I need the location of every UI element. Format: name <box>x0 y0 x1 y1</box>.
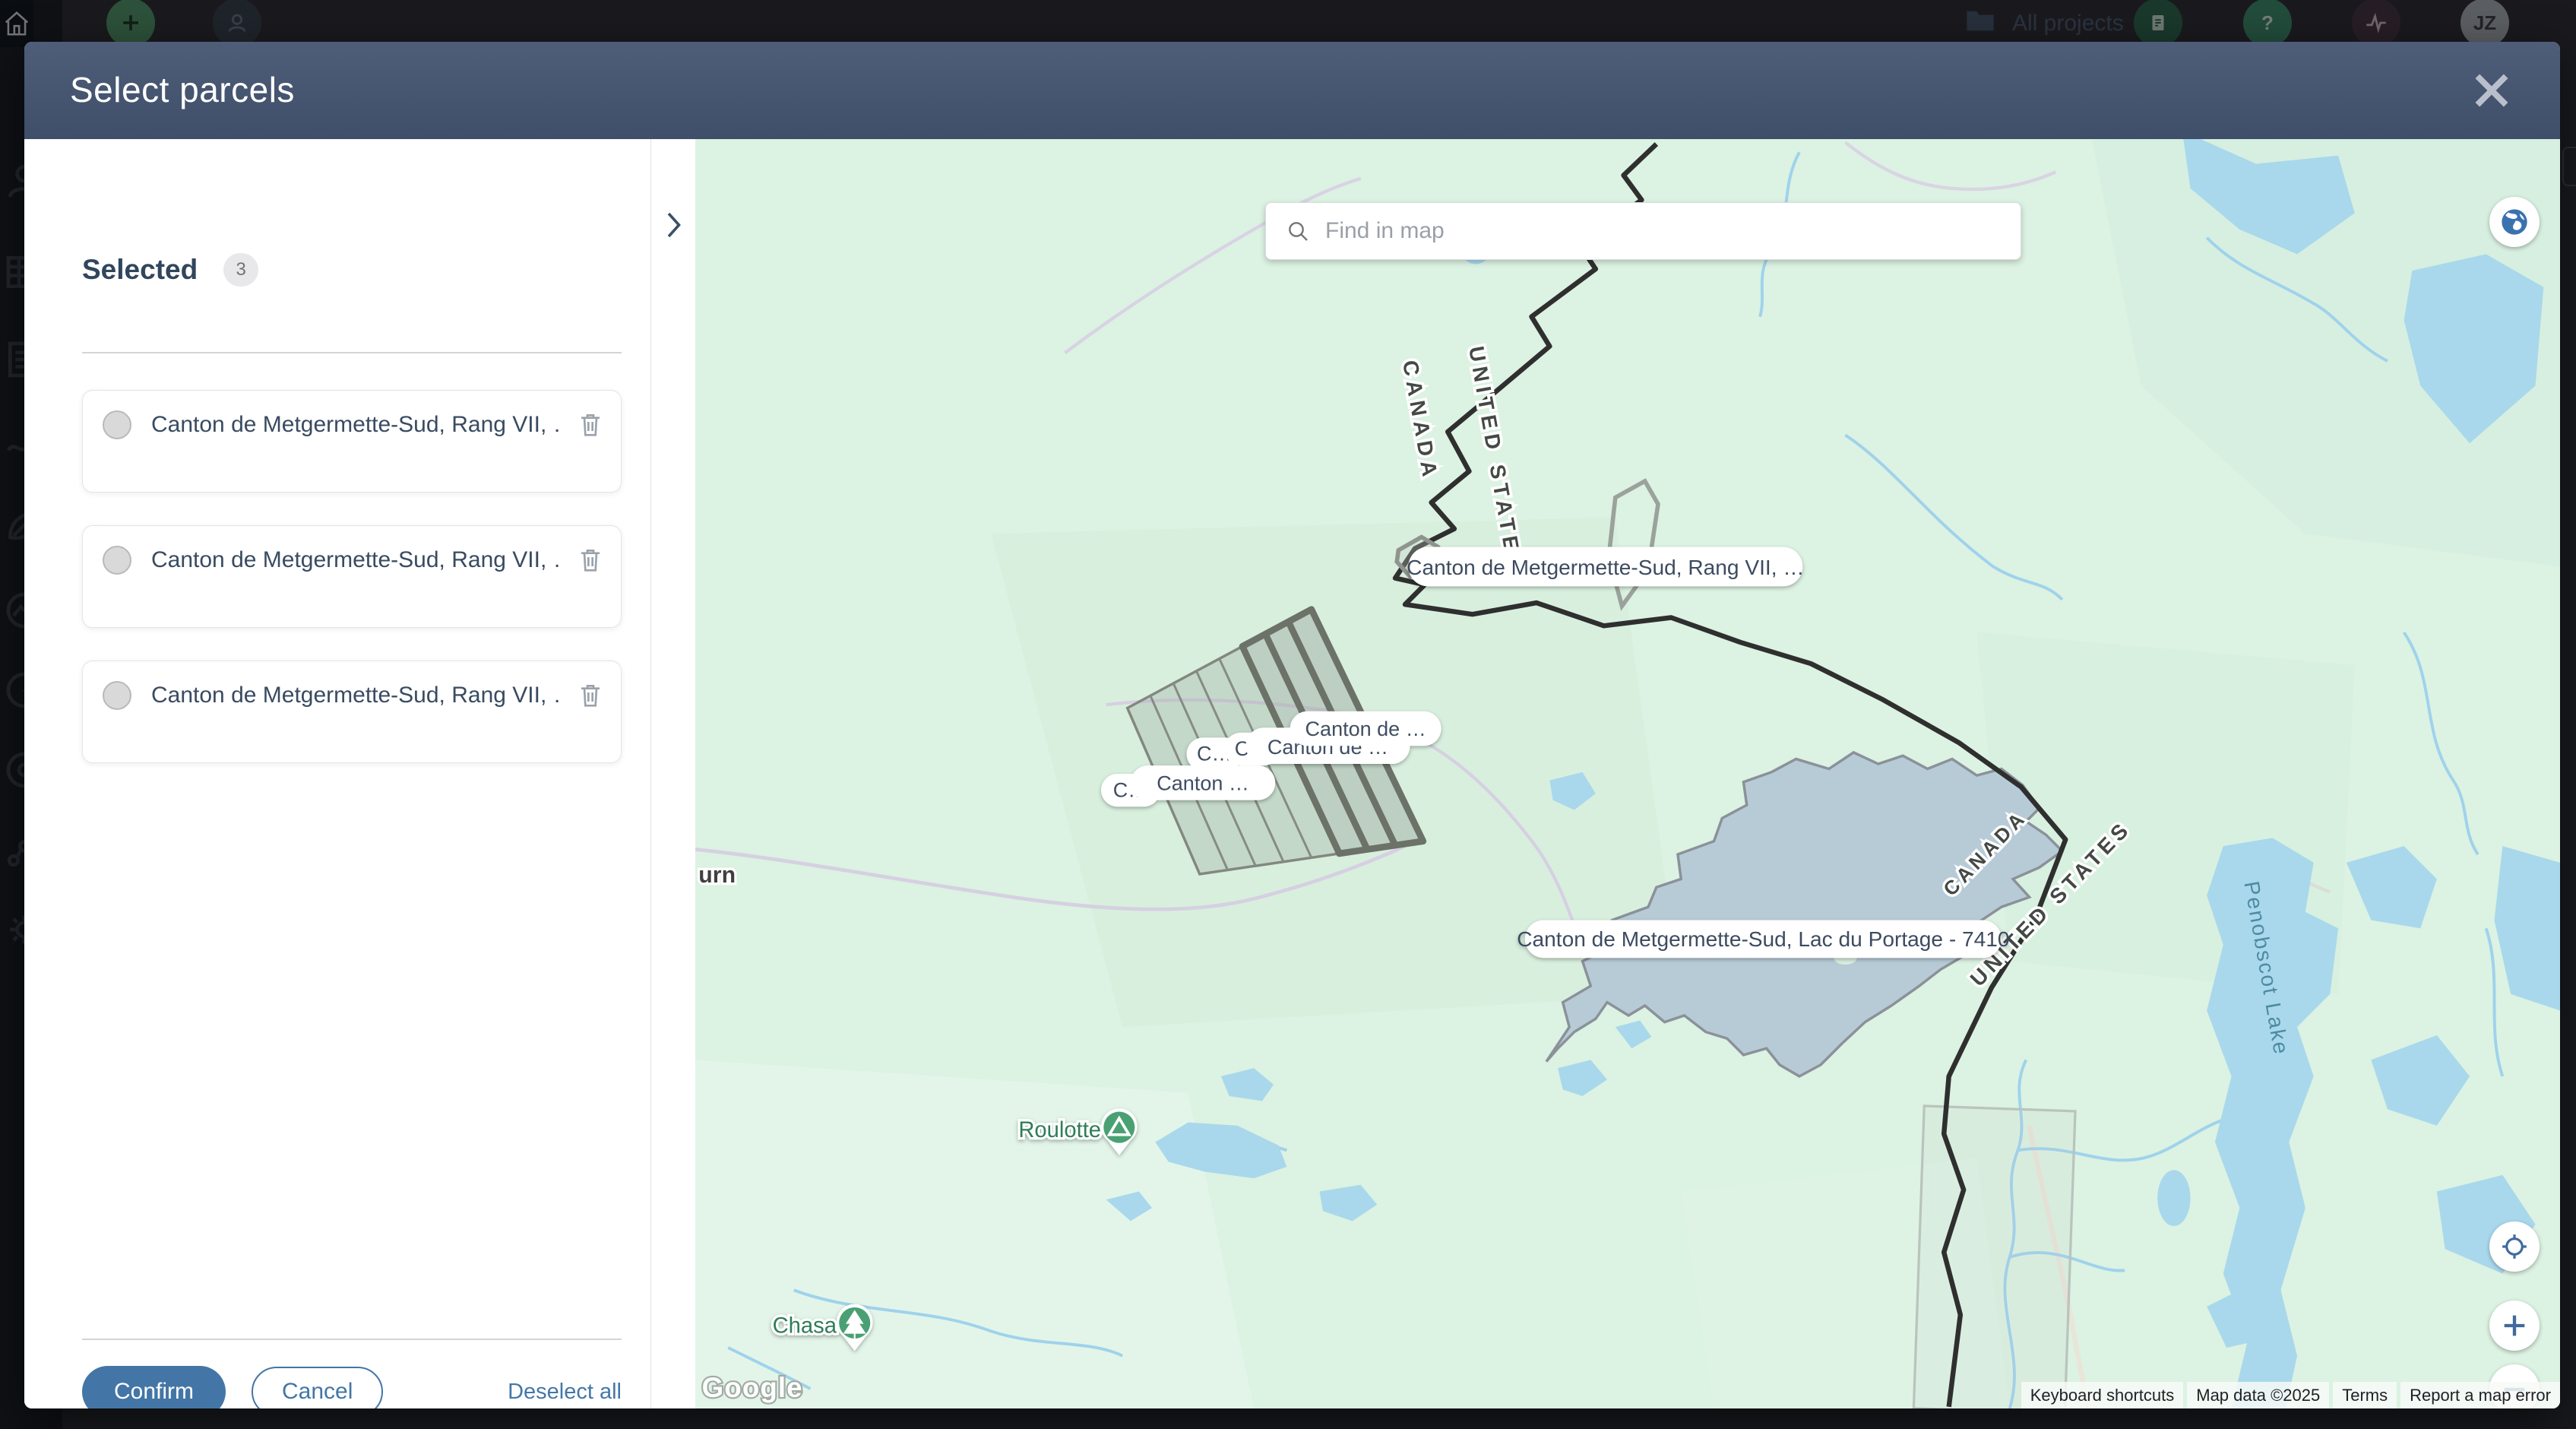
map-search-box[interactable] <box>1265 202 2021 260</box>
close-button[interactable] <box>2470 69 2513 112</box>
panel-collapse-gutter <box>651 139 695 1408</box>
roulotte-label: Roulotte <box>1018 1118 1101 1142</box>
globe-icon <box>2499 207 2530 237</box>
trash-icon <box>578 682 603 709</box>
globe-layer-button[interactable] <box>2489 197 2540 247</box>
delete-parcel-button[interactable] <box>578 682 603 709</box>
parcel-lac-pill: Canton de Metgermette-Sud, Lac du Portag… <box>1517 927 2009 951</box>
deselect-all-link[interactable]: Deselect all <box>508 1380 622 1405</box>
chevron-right-icon <box>662 209 685 241</box>
parcel-radio[interactable] <box>103 410 131 439</box>
selected-count-badge: 3 <box>223 253 258 287</box>
parcel-rang-pill: Canton de Metgermette-Sud, Rang VII, … <box>1407 556 1804 579</box>
report-map-error-link[interactable]: Report a map error <box>2400 1382 2560 1408</box>
keyboard-shortcuts-link[interactable]: Keyboard shortcuts <box>2021 1382 2184 1408</box>
crosshair-icon <box>2500 1232 2529 1261</box>
map-attribution: Keyboard shortcuts Map data ©2025 Terms … <box>2021 1382 2560 1408</box>
pill-label: Canton de … <box>1305 718 1426 740</box>
zoom-in-button[interactable] <box>2489 1301 2540 1351</box>
parcel-list-item[interactable]: Canton de Metgermette-Sud, Rang VII, … <box>82 661 622 763</box>
selected-parcels-panel: Selected 3 Canton de Metgermette-Sud, Ra… <box>24 139 650 1408</box>
search-icon <box>1286 219 1310 243</box>
parcel-label: Canton de Metgermette-Sud, Rang VII, … <box>151 547 559 573</box>
trash-icon <box>578 547 603 574</box>
cancel-button[interactable]: Cancel <box>252 1367 383 1408</box>
trash-icon <box>578 411 603 439</box>
faint-parcel-outline <box>1913 1106 2075 1408</box>
google-logo: Google <box>702 1372 803 1403</box>
partial-town-label: urn <box>698 863 736 888</box>
parcel-list-item[interactable]: Canton de Metgermette-Sud, Rang VII, … <box>82 525 622 628</box>
chasa-label: Chasa <box>773 1313 837 1338</box>
terms-link[interactable]: Terms <box>2333 1382 2397 1408</box>
parcel-list-item[interactable]: Canton de Metgermette-Sud, Rang VII, … <box>82 390 622 493</box>
dialog-header: Select parcels <box>24 42 2560 139</box>
screen: All projects ? JZ Select parcels Selecte… <box>0 0 2576 1429</box>
close-icon <box>2470 69 2513 112</box>
parcel-radio[interactable] <box>103 546 131 575</box>
selected-heading: Selected <box>82 254 198 286</box>
confirm-button[interactable]: Confirm <box>82 1366 226 1408</box>
divider <box>82 1339 622 1340</box>
parcel-label: Canton de Metgermette-Sud, Rang VII, … <box>151 412 559 438</box>
pill-label: Canton … <box>1157 772 1249 795</box>
map-graphics: CANADA UNITED STATES CANADA UNITED STATE… <box>695 139 2560 1408</box>
parcel-radio[interactable] <box>103 681 131 710</box>
plus-icon <box>2499 1310 2530 1341</box>
parcel-label: Canton de Metgermette-Sud, Rang VII, … <box>151 683 559 708</box>
divider <box>82 352 622 353</box>
search-input[interactable] <box>1325 218 2001 244</box>
collapse-panel-button[interactable] <box>662 209 685 241</box>
select-parcels-dialog: Select parcels Selected 3 Canton de Metg… <box>24 42 2560 1408</box>
map-canvas[interactable]: CANADA UNITED STATES CANADA UNITED STATE… <box>695 139 2560 1408</box>
dialog-title: Select parcels <box>70 69 295 110</box>
delete-parcel-button[interactable] <box>578 411 603 439</box>
map-data-label: Map data ©2025 <box>2187 1382 2329 1408</box>
my-location-button[interactable] <box>2489 1221 2540 1272</box>
delete-parcel-button[interactable] <box>578 547 603 574</box>
